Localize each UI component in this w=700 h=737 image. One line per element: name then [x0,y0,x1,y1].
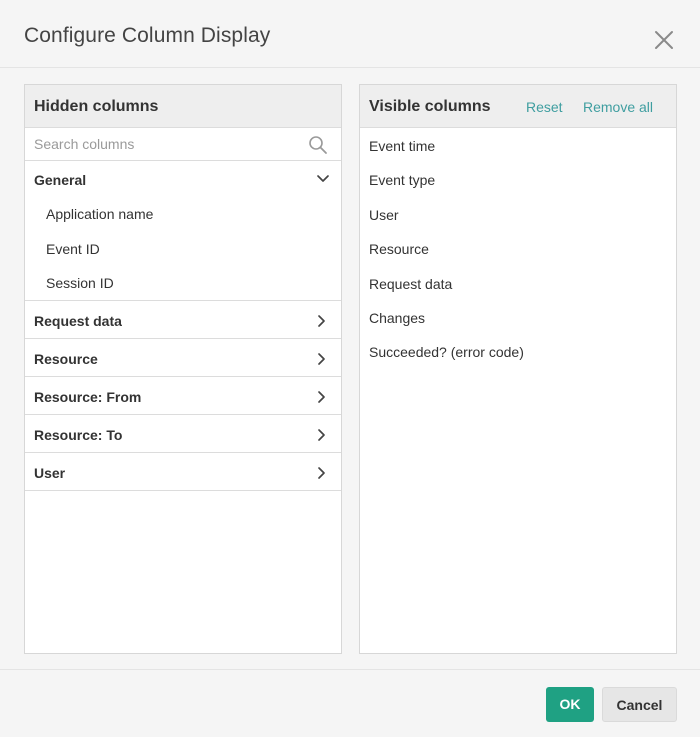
visible-columns-title: Visible columns [369,98,491,115]
item-label: Application name [46,206,154,222]
visible-columns-header: Visible columns Reset Remove all [360,85,676,128]
chevron-right-icon [318,314,325,327]
list-item[interactable]: Changes [360,300,676,334]
list-item[interactable]: User [360,197,676,231]
list-item[interactable]: Succeeded? (error code) [360,334,676,368]
search-icon[interactable] [308,135,328,155]
general-items: Application name Event ID Session ID [25,196,341,301]
item-label: Succeeded? (error code) [369,344,524,361]
list-item[interactable]: Event type [360,162,676,196]
group-resource-to[interactable]: Resource: To [25,415,341,453]
chevron-right-icon [318,352,325,365]
dialog-header: Configure Column Display [0,0,700,68]
search-row [25,128,341,161]
chevron-right-icon [318,466,325,479]
list-item[interactable]: Request data [360,266,676,300]
remove-all-button[interactable]: Remove all [583,99,653,115]
item-label: User [369,206,399,223]
group-request-data[interactable]: Request data [25,301,341,339]
list-item[interactable]: Application name [25,196,341,231]
hidden-columns-title: Hidden columns [34,98,159,115]
item-label: Session ID [46,275,114,291]
search-input[interactable] [25,128,341,160]
item-label: Changes [369,309,426,326]
group-label: User [34,464,66,481]
list-item[interactable]: Event ID [25,231,341,266]
configure-column-dialog: Configure Column Display Hidden columns … [0,0,700,737]
reset-button[interactable]: Reset [526,99,563,115]
group-label: Resource [34,350,98,367]
group-label: Resource: To [34,426,123,443]
group-resource[interactable]: Resource [25,339,341,377]
item-label: Event type [369,172,436,189]
chevron-down-icon [317,175,329,182]
list-item[interactable]: Resource [360,231,676,265]
hidden-columns-panel: Hidden columns General Application name … [24,84,342,654]
hidden-columns-header: Hidden columns [25,85,341,128]
list-item[interactable]: Session ID [25,265,341,300]
dialog-footer: OK Cancel [0,669,700,737]
list-item[interactable]: Event time [360,128,676,162]
group-general[interactable]: General [25,161,341,196]
group-user[interactable]: User [25,453,341,491]
visible-columns-panel: Visible columns Reset Remove all Event t… [359,84,677,654]
close-button[interactable] [650,26,678,54]
item-label: Request data [369,275,453,292]
cancel-button[interactable]: Cancel [602,687,677,722]
group-label: Request data [34,312,122,329]
group-resource-from[interactable]: Resource: From [25,377,341,415]
item-label: Resource [369,241,429,258]
close-icon [655,31,673,49]
item-label: Event ID [46,240,100,257]
chevron-right-icon [318,390,325,403]
dialog-title: Configure Column Display [24,24,271,47]
ok-button[interactable]: OK [546,687,594,722]
chevron-right-icon [318,428,325,441]
visible-columns-list: Event time Event type User Resource Requ… [360,128,676,369]
item-label: Event time [369,138,436,154]
group-label: Resource: From [34,388,142,405]
group-label: General [34,172,87,188]
